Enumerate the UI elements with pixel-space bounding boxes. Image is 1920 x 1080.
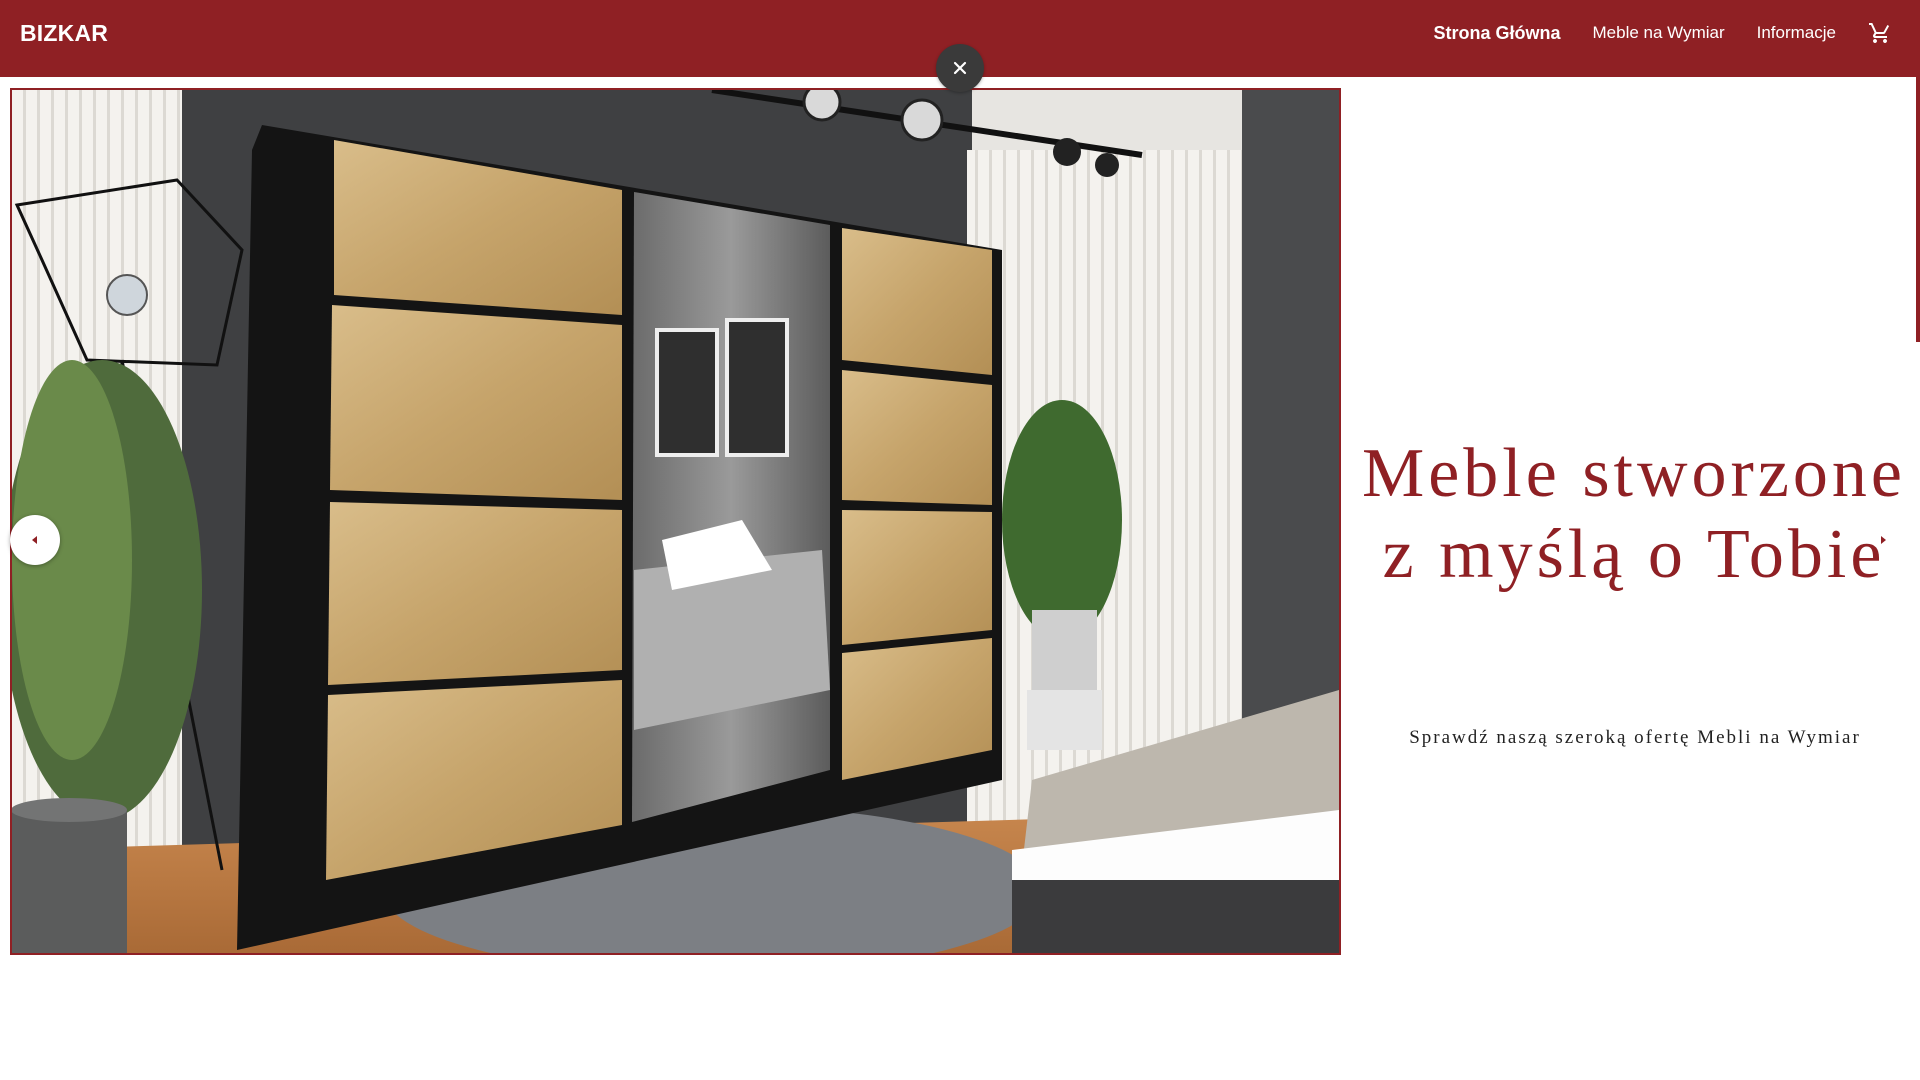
hero-image: [10, 88, 1341, 955]
main-nav: Strona Główna Meble na Wymiar Informacje: [1434, 0, 1893, 66]
wardrobe-room-illustration: [12, 90, 1339, 953]
cart-button[interactable]: [1868, 21, 1892, 45]
hero-title: Meble stworzone z myślą o Tobie: [1361, 435, 1907, 593]
nav-link-information[interactable]: Informacje: [1757, 23, 1836, 43]
nav-link-custom-furniture[interactable]: Meble na Wymiar: [1593, 23, 1725, 43]
close-icon: [953, 61, 967, 75]
close-button[interactable]: [936, 44, 984, 92]
chevron-left-icon: [32, 536, 37, 544]
nav-link-home[interactable]: Strona Główna: [1434, 23, 1561, 44]
scroll-indicator-thumb[interactable]: [1916, 77, 1920, 342]
hero-subtitle[interactable]: Sprawdź naszą szeroką ofertę Mebli na Wy…: [1400, 726, 1870, 749]
brand-logo[interactable]: BIZKAR: [20, 20, 108, 47]
shopping-cart-icon: [1869, 23, 1890, 43]
slider-prev-button[interactable]: [10, 515, 60, 565]
